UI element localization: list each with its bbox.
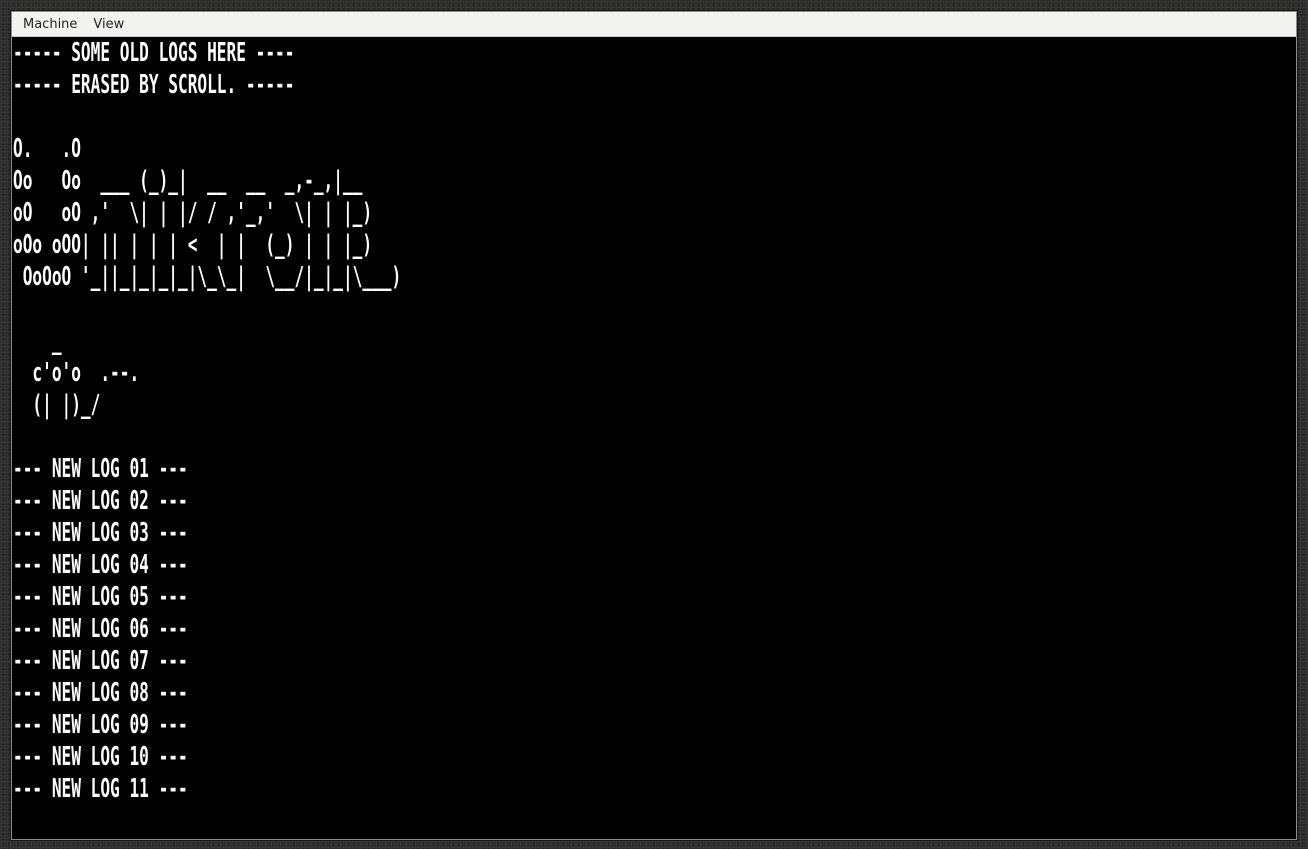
new-log-line: --- NEW LOG 08 --- <box>13 678 188 708</box>
new-log-line: --- NEW LOG 07 --- <box>13 646 188 676</box>
logo-art-line: O. .O <box>13 134 81 164</box>
new-log-line: --- NEW LOG 11 --- <box>13 774 188 804</box>
menu-machine[interactable]: Machine <box>15 12 85 37</box>
new-log-line: --- NEW LOG 06 --- <box>13 614 188 644</box>
new-log-line: --- NEW LOG 10 --- <box>13 742 188 772</box>
mascot-art-line: _ <box>13 326 62 356</box>
new-log-line: --- NEW LOG 02 --- <box>13 486 188 516</box>
new-log-line: --- NEW LOG 04 --- <box>13 550 188 580</box>
logo-art-line: Oo Oo ___ (_)_| __ __ _,-_,|__ <box>13 166 363 196</box>
menu-view[interactable]: View <box>85 12 132 37</box>
new-log-line: --- NEW LOG 01 --- <box>13 454 188 484</box>
menubar: Machine View <box>12 12 1296 37</box>
logo-art-line: OoOoO '_||_|_|_|_|\_\_| \__/|_|_|\___) <box>13 262 402 292</box>
new-log-line: --- NEW LOG 09 --- <box>13 710 188 740</box>
new-log-line: --- NEW LOG 05 --- <box>13 582 188 612</box>
mascot-art-line: (| |)_/ <box>13 390 101 420</box>
old-log-line: ----- SOME OLD LOGS HERE ---- <box>13 38 295 68</box>
terminal-output: ----- SOME OLD LOGS HERE ---- ----- ERASE… <box>13 37 808 805</box>
logo-art-line: oO oO ,' \| | |/ / ,'_,' \| | |_) <box>13 198 373 228</box>
old-log-line: ----- ERASED BY SCROLL. ----- <box>13 70 295 100</box>
logo-art-line: oOo oOO| || | | | < | | (_) | | |_) <box>13 230 373 260</box>
emulator-window: Machine View ----- SOME OLD LOGS HERE --… <box>11 11 1297 840</box>
new-log-line: --- NEW LOG 03 --- <box>13 518 188 548</box>
terminal-screen[interactable]: ----- SOME OLD LOGS HERE ---- ----- ERASE… <box>13 37 1296 839</box>
mascot-art-line: c'o'o .--. <box>13 358 140 388</box>
